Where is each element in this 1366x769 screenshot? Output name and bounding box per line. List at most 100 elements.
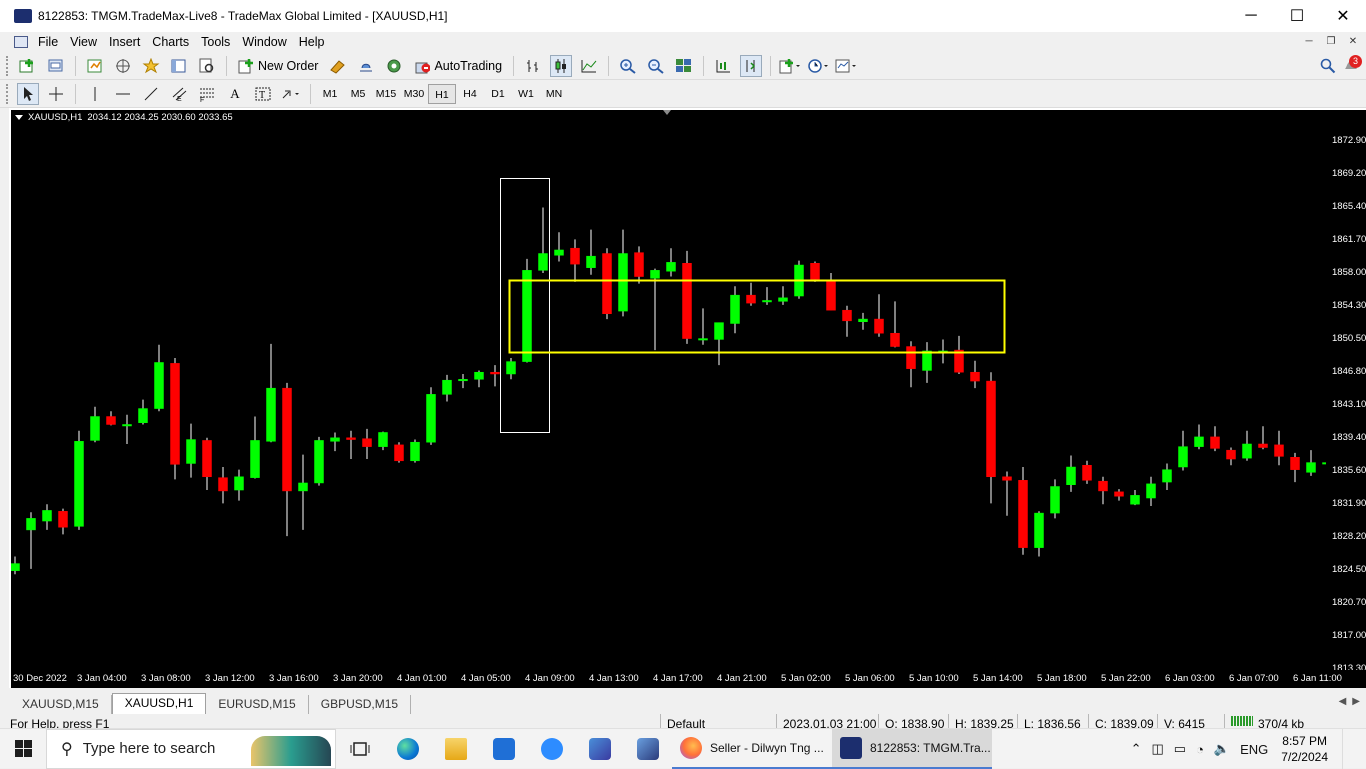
tab-xauusd-h1[interactable]: XAUUSD,H1 [111, 693, 207, 714]
chart-window-icon[interactable] [14, 36, 28, 48]
candle-bull[interactable] [666, 262, 676, 272]
crosshair-icon[interactable] [45, 83, 67, 105]
tab-scroll-right-icon[interactable]: ▶ [1352, 696, 1360, 707]
candle-bull[interactable] [1306, 462, 1316, 473]
candle-bull[interactable] [1050, 486, 1060, 514]
text-label-icon[interactable]: T [252, 83, 274, 105]
menu-insert[interactable]: Insert [107, 35, 150, 49]
time-axis[interactable]: 30 Dec 2022 3 Jan 04:00 3 Jan 08:00 3 Jan 1… [11, 670, 1366, 688]
candle-bull[interactable] [858, 318, 868, 322]
start-button[interactable] [0, 729, 46, 769]
candle-bear[interactable] [986, 380, 996, 478]
candle-bull[interactable] [1178, 446, 1188, 468]
mdi-restore-button[interactable]: ❐ [1322, 34, 1340, 50]
candle-bull[interactable] [1242, 443, 1252, 459]
price-axis[interactable]: 1872.90 1869.20 1865.40 1861.70 1858.00 1854.… [1326, 110, 1366, 674]
candle-bull[interactable] [698, 338, 708, 341]
navigator-icon[interactable] [140, 55, 162, 77]
candle-bear[interactable] [890, 332, 900, 347]
chart-shift-icon[interactable] [712, 55, 734, 77]
candle-bear[interactable] [106, 416, 116, 425]
timeframe-m15[interactable]: M15 [372, 84, 400, 104]
candle-bull[interactable] [474, 371, 484, 380]
arrows-dropdown-icon[interactable] [280, 83, 302, 105]
candle-bear[interactable] [58, 511, 68, 528]
candle-bull[interactable] [458, 379, 468, 382]
timeframe-d1[interactable]: D1 [484, 84, 512, 104]
file-explorer-icon[interactable] [432, 729, 480, 769]
taskbar-search-box[interactable]: ⚲ Type here to search [46, 728, 336, 769]
show-desktop-button[interactable] [1342, 729, 1366, 769]
candle-bull[interactable] [730, 294, 740, 324]
templates-icon[interactable] [835, 55, 857, 77]
candle-bear[interactable] [346, 437, 356, 440]
market-watch-icon[interactable] [84, 55, 106, 77]
market-icon[interactable] [383, 55, 405, 77]
timeframe-m5[interactable]: M5 [344, 84, 372, 104]
line-chart-icon[interactable] [578, 55, 600, 77]
auto-scroll-icon[interactable] [740, 54, 763, 77]
candle-bull[interactable] [1194, 436, 1204, 447]
candlesticks-icon[interactable] [550, 54, 573, 77]
candle-bear[interactable] [202, 440, 212, 478]
candle-bear[interactable] [842, 309, 852, 322]
menu-help[interactable]: Help [297, 35, 335, 49]
taskbar-metatrader-window[interactable]: 8122853: TMGM.Tra... [832, 728, 992, 769]
metaeditor-icon[interactable] [327, 55, 349, 77]
candle-bear[interactable] [490, 371, 500, 375]
highlight-box-yellow[interactable] [508, 279, 1006, 354]
candle-bull[interactable] [1034, 512, 1044, 548]
candle-bear[interactable] [1258, 443, 1268, 448]
candle-bear[interactable] [826, 279, 836, 311]
battery-icon[interactable]: ▭ [1174, 741, 1186, 757]
new-order-button[interactable]: New Order [232, 55, 324, 77]
timeframe-m1[interactable]: M1 [316, 84, 344, 104]
candle-bull[interactable] [378, 432, 388, 447]
candle-bull[interactable] [11, 563, 20, 571]
candlestick-plot[interactable] [11, 110, 1326, 670]
cursor-icon[interactable] [17, 82, 39, 105]
candle-bear[interactable] [1082, 464, 1092, 481]
profiles-icon[interactable] [45, 55, 67, 77]
menu-file[interactable]: File [36, 35, 68, 49]
tab-eurusd-m15[interactable]: EURUSD,M15 [206, 695, 309, 714]
candle-bull[interactable] [762, 300, 772, 303]
candle-bull[interactable] [1162, 469, 1172, 483]
candle-bull[interactable] [74, 441, 84, 527]
candle-bear[interactable] [1226, 449, 1236, 460]
candle-bull[interactable] [298, 482, 308, 492]
toolbar-grip[interactable] [6, 55, 10, 76]
show-hidden-icons-icon[interactable]: ⌃ [1131, 741, 1142, 757]
candle-bull[interactable] [1066, 466, 1076, 485]
periods-icon[interactable] [807, 55, 829, 77]
terminal-icon[interactable] [168, 55, 190, 77]
candle-bull[interactable] [506, 361, 516, 375]
timeframe-h4[interactable]: H4 [456, 84, 484, 104]
candle-bull[interactable] [1146, 483, 1156, 499]
candle-bear[interactable] [1002, 476, 1012, 481]
menu-view[interactable]: View [68, 35, 107, 49]
candle-bull[interactable] [154, 362, 164, 409]
candle-bear[interactable] [682, 263, 692, 339]
volume-icon[interactable]: 🔈 [1214, 741, 1230, 757]
microsoft-store-icon[interactable] [480, 729, 528, 769]
text-icon[interactable]: A [224, 83, 246, 105]
timeframe-h1[interactable]: H1 [428, 83, 456, 104]
taskbar-firefox-window[interactable]: Seller - Dilwyn Tng ... [672, 729, 832, 769]
minimize-button[interactable]: ─ [1228, 0, 1274, 32]
menu-tools[interactable]: Tools [199, 35, 240, 49]
candle-bear[interactable] [282, 387, 292, 492]
strategy-tester-icon[interactable] [196, 55, 218, 77]
tile-windows-icon[interactable] [673, 55, 695, 77]
toolbar-grip[interactable] [6, 83, 10, 104]
candle-bull[interactable] [554, 249, 564, 256]
candle-bear[interactable] [394, 444, 404, 462]
candle-bear[interactable] [810, 263, 820, 280]
candle-bear[interactable] [874, 318, 884, 334]
trendline-icon[interactable] [140, 83, 162, 105]
tab-xauusd-m15[interactable]: XAUUSD,M15 [10, 695, 112, 714]
candle-bull[interactable] [42, 510, 52, 522]
autotrading-button[interactable]: AutoTrading [408, 55, 508, 77]
candle-bear[interactable] [170, 363, 180, 465]
chart-shift-marker[interactable] [663, 110, 671, 115]
